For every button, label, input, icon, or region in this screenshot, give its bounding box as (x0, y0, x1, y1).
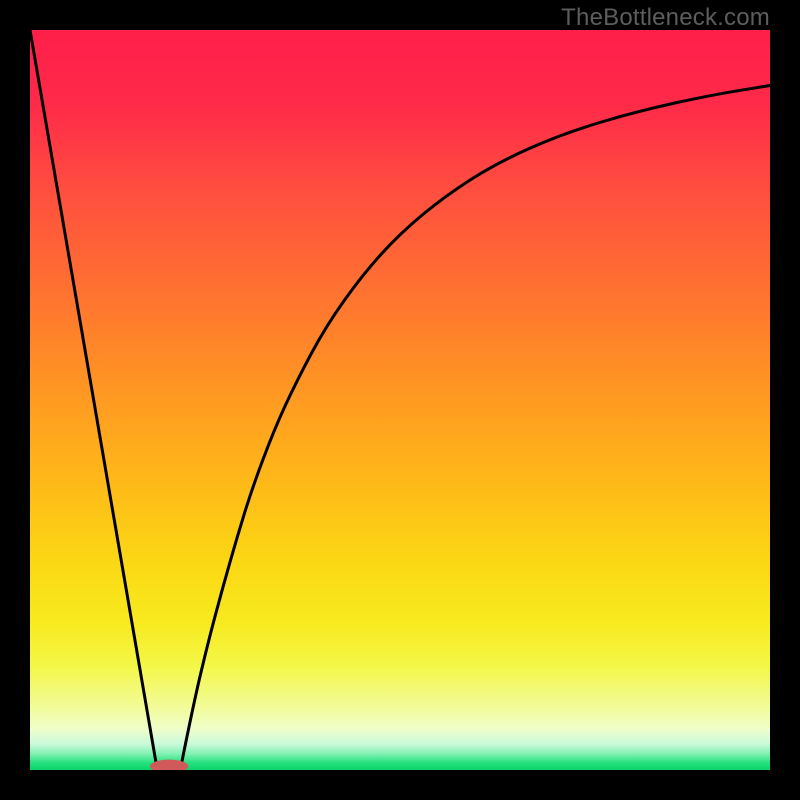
gradient-background (30, 30, 770, 770)
attribution-text: TheBottleneck.com (561, 4, 770, 32)
chart-frame: TheBottleneck.com (0, 0, 800, 800)
chart-svg (30, 30, 770, 770)
plot-area (30, 30, 770, 770)
